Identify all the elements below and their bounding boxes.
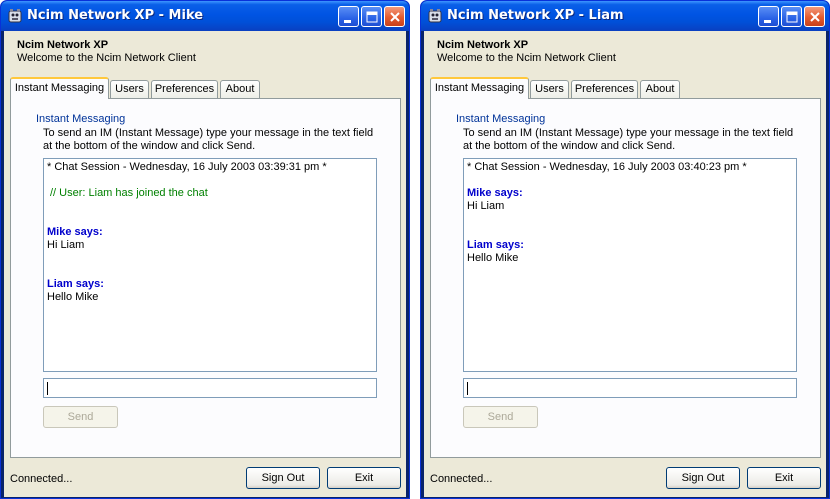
chat-speaker: Liam says: (47, 278, 104, 290)
chat-message: Hello Mike (47, 291, 99, 303)
instructions-line-1: To send an IM (Instant Message) type you… (463, 127, 794, 139)
instructions: To send an IM (Instant Message) type you… (463, 127, 813, 153)
tab-preferences[interactable]: Preferences (151, 80, 218, 99)
window-title: Ncim Network XP - Mike (27, 8, 204, 23)
exit-button[interactable]: Exit (747, 467, 821, 489)
tab-instant-messaging[interactable]: Instant Messaging (10, 77, 109, 99)
client-area: Ncim Network XP Welcome to the Ncim Netw… (424, 31, 826, 497)
instant-messaging-panel: Instant Messaging To send an IM (Instant… (430, 98, 821, 458)
minimize-icon (764, 20, 771, 23)
close-button[interactable] (384, 6, 405, 27)
message-input[interactable] (43, 378, 377, 398)
exit-button[interactable]: Exit (327, 467, 401, 489)
app-title: Ncim Network XP (437, 39, 529, 51)
tab-instant-messaging[interactable]: Instant Messaging (430, 77, 529, 99)
maximize-button[interactable] (781, 6, 802, 27)
instructions-line-2: at the bottom of the window and click Se… (463, 140, 676, 152)
title-bar[interactable]: Ncim Network XP - Mike (1, 1, 409, 31)
sign-out-button[interactable]: Sign Out (666, 467, 740, 489)
tab-preferences[interactable]: Preferences (571, 80, 638, 99)
text-caret (467, 382, 468, 395)
app-subtitle: Welcome to the Ncim Network Client (437, 52, 616, 64)
sign-out-button[interactable]: Sign Out (246, 467, 320, 489)
minimize-button[interactable] (758, 6, 779, 27)
chat-window-mike: Ncim Network XP - Mike Ncim Network XP W… (0, 0, 410, 499)
chat-session-header: * Chat Session - Wednesday, 16 July 2003… (467, 161, 747, 173)
chat-log[interactable]: * Chat Session - Wednesday, 16 July 2003… (43, 158, 377, 372)
chat-message: Hi Liam (467, 200, 505, 212)
client-area: Ncim Network XP Welcome to the Ncim Netw… (4, 31, 406, 497)
send-button[interactable]: Send (43, 406, 118, 428)
close-icon (390, 12, 400, 22)
maximize-button[interactable] (361, 6, 382, 27)
chat-message: Hello Mike (467, 252, 519, 264)
section-title: Instant Messaging (456, 113, 546, 125)
send-button[interactable]: Send (463, 406, 538, 428)
instructions-line-1: To send an IM (Instant Message) type you… (43, 127, 374, 139)
close-icon (810, 12, 820, 22)
message-input[interactable] (463, 378, 797, 398)
tab-users[interactable]: Users (110, 80, 149, 99)
section-title: Instant Messaging (36, 113, 126, 125)
maximize-icon (366, 11, 378, 23)
close-button[interactable] (804, 6, 825, 27)
app-logo-icon (8, 9, 22, 23)
tab-about[interactable]: About (640, 80, 680, 99)
instructions-line-2: at the bottom of the window and click Se… (43, 140, 256, 152)
status-text: Connected... (10, 473, 73, 485)
chat-session-header: * Chat Session - Wednesday, 16 July 2003… (47, 161, 327, 173)
chat-system-message: // User: Liam has joined the chat (50, 187, 208, 199)
app-logo-icon (428, 9, 442, 23)
window-title: Ncim Network XP - Liam (447, 8, 624, 23)
tab-users[interactable]: Users (530, 80, 569, 99)
chat-message: Hi Liam (47, 239, 85, 251)
chat-log[interactable]: * Chat Session - Wednesday, 16 July 2003… (463, 158, 797, 372)
app-subtitle: Welcome to the Ncim Network Client (17, 52, 196, 64)
chat-speaker: Mike says: (47, 226, 103, 238)
minimize-button[interactable] (338, 6, 359, 27)
chat-window-liam: Ncim Network XP - Liam Ncim Network XP W… (420, 0, 830, 499)
maximize-icon (786, 11, 798, 23)
chat-speaker: Liam says: (467, 239, 524, 251)
title-bar[interactable]: Ncim Network XP - Liam (421, 1, 829, 31)
chat-speaker: Mike says: (467, 187, 523, 199)
minimize-icon (344, 20, 351, 23)
text-caret (47, 382, 48, 395)
instructions: To send an IM (Instant Message) type you… (43, 127, 393, 153)
instant-messaging-panel: Instant Messaging To send an IM (Instant… (10, 98, 401, 458)
app-title: Ncim Network XP (17, 39, 109, 51)
status-text: Connected... (430, 473, 493, 485)
tab-about[interactable]: About (220, 80, 260, 99)
